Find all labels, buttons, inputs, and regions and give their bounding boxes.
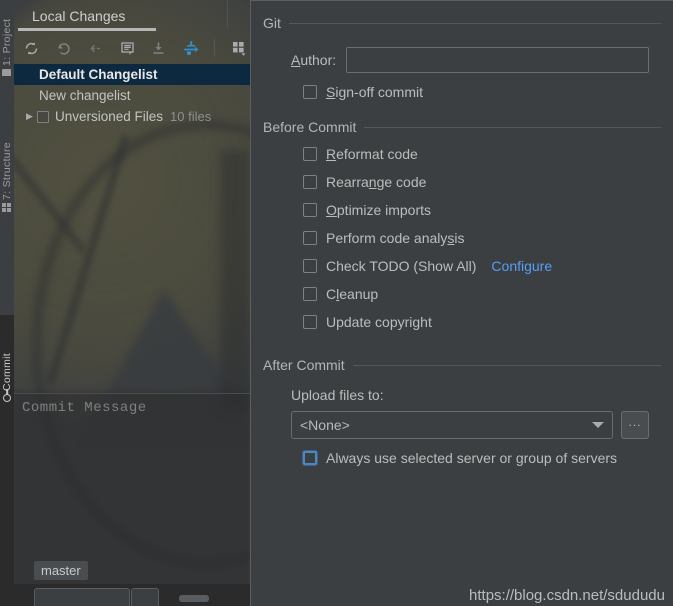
commit-options-dialog: Git Author: Sign-off commit Before Commi… xyxy=(250,0,673,606)
refresh-icon[interactable] xyxy=(20,36,43,60)
perform-code-analysis-checkbox[interactable] xyxy=(303,231,317,245)
group-by-icon[interactable] xyxy=(227,36,250,60)
upload-files-label-row: Upload files to: xyxy=(263,387,661,403)
section-header-after-commit: After Commit xyxy=(263,335,661,373)
signoff-commit-label: Sign-off commit xyxy=(326,84,424,100)
perform-code-analysis-label: Perform code analysis xyxy=(326,230,465,246)
configure-todo-link[interactable]: Configure xyxy=(491,258,552,274)
reformat-code-checkbox[interactable] xyxy=(303,147,317,161)
always-use-server-label: Always use selected server or group of s… xyxy=(326,450,618,466)
tree-row-unversioned-files[interactable]: ▶ Unversioned Files 10 files xyxy=(14,106,250,127)
rearrange-code-checkbox[interactable] xyxy=(303,175,317,189)
check-todo-label: Check TODO (Show All) xyxy=(326,258,477,274)
commit-message-placeholder: Commit Message xyxy=(22,400,147,416)
signoff-commit-checkbox[interactable] xyxy=(303,85,317,99)
chevron-down-icon[interactable] xyxy=(592,422,604,428)
section-header-git: Git xyxy=(263,1,661,31)
grid-icon xyxy=(2,203,12,212)
author-input[interactable] xyxy=(346,47,649,73)
local-changes-toolbar xyxy=(14,32,250,64)
tree-row-label: Default Changelist xyxy=(39,67,158,82)
optimize-imports-row[interactable]: Optimize imports xyxy=(263,197,661,223)
upload-server-value: <None> xyxy=(300,417,350,433)
tree-row-file-count: 10 files xyxy=(170,109,212,124)
tab-active-indicator xyxy=(18,28,156,31)
always-use-server-row[interactable]: Always use selected server or group of s… xyxy=(263,445,661,471)
rail-button-project[interactable]: 1: Project xyxy=(0,2,14,76)
perform-code-analysis-row[interactable]: Perform code analysis xyxy=(263,225,661,251)
secondary-button-stub[interactable] xyxy=(179,595,209,602)
tab-separator xyxy=(227,0,228,28)
section-title: After Commit xyxy=(263,357,345,373)
branch-row: master xyxy=(14,556,250,584)
panel-bottom-bar xyxy=(14,584,250,606)
section-header-before-commit: Before Commit xyxy=(263,105,661,135)
section-title: Git xyxy=(263,15,281,31)
get-from-vcs-icon[interactable] xyxy=(147,36,170,60)
rail-button-commit-label: Commit xyxy=(1,353,13,391)
author-row: Author: xyxy=(263,47,661,73)
app-root: 1: Project 7: Structure Commit Local Cha… xyxy=(0,0,673,606)
rail-button-structure[interactable]: 7: Structure xyxy=(0,120,14,212)
toolbar-divider xyxy=(214,39,216,57)
section-divider xyxy=(288,22,661,24)
check-todo-row[interactable]: Check TODO (Show All) Configure xyxy=(263,253,661,279)
upload-files-label: Upload files to: xyxy=(291,387,384,403)
cleanup-checkbox[interactable] xyxy=(303,287,317,301)
rearrange-code-label: Rearrange code xyxy=(326,174,427,190)
optimize-imports-label: Optimize imports xyxy=(326,202,432,218)
tree-row-label: New changelist xyxy=(39,88,131,103)
rail-button-structure-label: 7: Structure xyxy=(1,142,13,200)
changelist-tree: Default Changelist New changelist ▶ Unve… xyxy=(14,64,250,127)
rollback-icon[interactable] xyxy=(52,36,75,60)
tab-local-changes-label: Local Changes xyxy=(32,8,126,24)
update-copyright-label: Update copyright xyxy=(326,314,432,330)
update-copyright-checkbox[interactable] xyxy=(303,315,317,329)
tree-row-default-changelist[interactable]: Default Changelist xyxy=(14,64,250,85)
rail-button-project-label: 1: Project xyxy=(1,18,13,66)
tree-empty-space xyxy=(14,127,250,393)
tool-window-rail: 1: Project 7: Structure Commit xyxy=(0,0,14,606)
tab-strip: Local Changes xyxy=(14,0,250,32)
cleanup-row[interactable]: Cleanup xyxy=(263,281,661,307)
branch-badge[interactable]: master xyxy=(34,560,88,580)
cleanup-label: Cleanup xyxy=(326,286,379,302)
section-divider xyxy=(364,126,661,128)
show-diff-icon[interactable] xyxy=(116,36,139,60)
author-label: Author: xyxy=(291,52,337,68)
reformat-code-row[interactable]: Reformat code xyxy=(263,141,661,167)
section-title: Before Commit xyxy=(263,119,357,135)
signoff-commit-row[interactable]: Sign-off commit xyxy=(263,79,661,105)
watermark-text: https://blog.csdn.net/sdududu xyxy=(469,587,665,604)
rail-button-commit[interactable]: Commit xyxy=(0,330,14,402)
browse-servers-button[interactable]: ... xyxy=(621,411,649,439)
tree-row-label: Unversioned Files xyxy=(55,109,164,124)
reformat-code-label: Reformat code xyxy=(326,146,418,162)
optimize-imports-checkbox[interactable] xyxy=(303,203,317,217)
shelve-icon[interactable] xyxy=(84,36,107,60)
commit-options-button-stub[interactable] xyxy=(131,588,159,606)
commit-icon xyxy=(3,394,11,402)
folder-icon xyxy=(2,69,12,76)
tree-row-checkbox[interactable] xyxy=(37,110,49,123)
check-todo-checkbox[interactable] xyxy=(303,259,317,273)
always-use-server-checkbox[interactable] xyxy=(303,451,317,465)
chevron-right-icon[interactable]: ▶ xyxy=(22,111,37,122)
upload-server-row: <None> ... xyxy=(263,411,661,439)
section-divider xyxy=(352,364,661,366)
resolve-conflicts-icon[interactable] xyxy=(179,36,202,60)
update-copyright-row[interactable]: Update copyright xyxy=(263,309,661,335)
local-changes-panel: Local Changes Default Changelist New cha… xyxy=(14,0,250,606)
rearrange-code-row[interactable]: Rearrange code xyxy=(263,169,661,195)
tree-row-new-changelist[interactable]: New changelist xyxy=(14,85,250,106)
commit-button-stub[interactable] xyxy=(34,588,130,606)
tab-local-changes[interactable]: Local Changes xyxy=(14,0,139,28)
commit-message-area[interactable]: Commit Message xyxy=(14,393,250,556)
upload-server-combobox[interactable]: <None> xyxy=(291,411,613,439)
